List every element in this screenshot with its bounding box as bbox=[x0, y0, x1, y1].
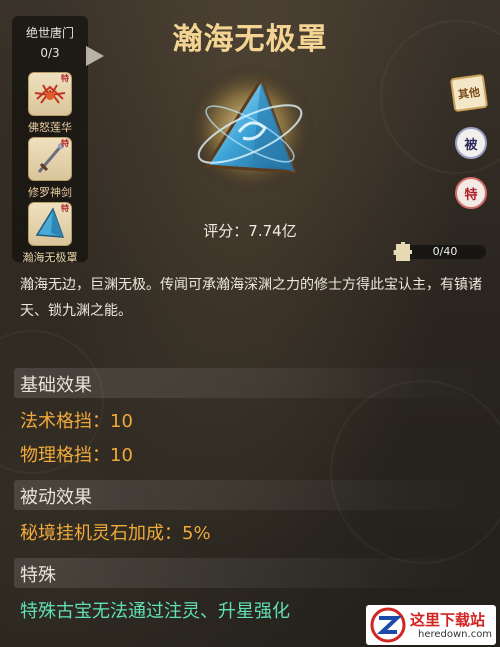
lotus-icon: 特 bbox=[28, 72, 72, 116]
treasure-title: 瀚海无极罩 bbox=[172, 22, 328, 57]
watermark-name: 这里下载站 bbox=[410, 611, 486, 629]
set-item-xiuluo-shenjian[interactable]: 特 修罗神剑 bbox=[20, 137, 80, 200]
fragment-count: 0/40 bbox=[432, 245, 458, 258]
watermark-logo: 这里下载站 heredown.com bbox=[366, 605, 496, 645]
set-item-label: 瀚海无极罩 bbox=[22, 251, 78, 264]
set-item-label: 修罗神剑 bbox=[28, 186, 72, 199]
passive-effects-title: 被动效果 bbox=[20, 487, 92, 508]
puzzle-piece-icon bbox=[393, 242, 412, 261]
score-text: 评分：7.74亿 bbox=[203, 222, 297, 240]
special-tag: 特 bbox=[61, 74, 69, 83]
watermark-url: heredown.com bbox=[418, 629, 493, 640]
other-badge[interactable]: 其他 bbox=[449, 73, 489, 113]
special-tag: 特 bbox=[61, 139, 69, 148]
treasure-pyramid-icon bbox=[183, 62, 317, 196]
sword-icon: 特 bbox=[28, 137, 72, 181]
treasure-description: 瀚海无边，巨渊无极。传闻可承瀚海深渊之力的修士方得此宝认主，有镇诸天、锁九渊之能… bbox=[20, 277, 482, 319]
passive-badge[interactable]: 被 bbox=[455, 127, 487, 159]
special-note: 特殊古宝无法通过注灵、升星强化 bbox=[20, 601, 290, 622]
z-logo-icon bbox=[370, 607, 406, 643]
special-header bbox=[14, 558, 488, 588]
fragment-progress: 0/40 bbox=[392, 242, 488, 264]
effect-physical-block: 物理格挡：10 bbox=[20, 445, 133, 466]
special-title: 特殊 bbox=[20, 565, 56, 586]
set-item-fonu-lianhua[interactable]: 特 佛怒莲华 bbox=[20, 72, 80, 135]
basic-effects-title: 基础效果 bbox=[20, 375, 92, 396]
effect-spirit-stone-bonus: 秘境挂机灵石加成：5% bbox=[20, 523, 211, 544]
set-item-label: 佛怒莲华 bbox=[28, 121, 72, 134]
special-badge[interactable]: 特 bbox=[455, 177, 487, 209]
effect-magic-block: 法术格挡：10 bbox=[20, 411, 133, 432]
special-tag: 特 bbox=[61, 204, 69, 213]
